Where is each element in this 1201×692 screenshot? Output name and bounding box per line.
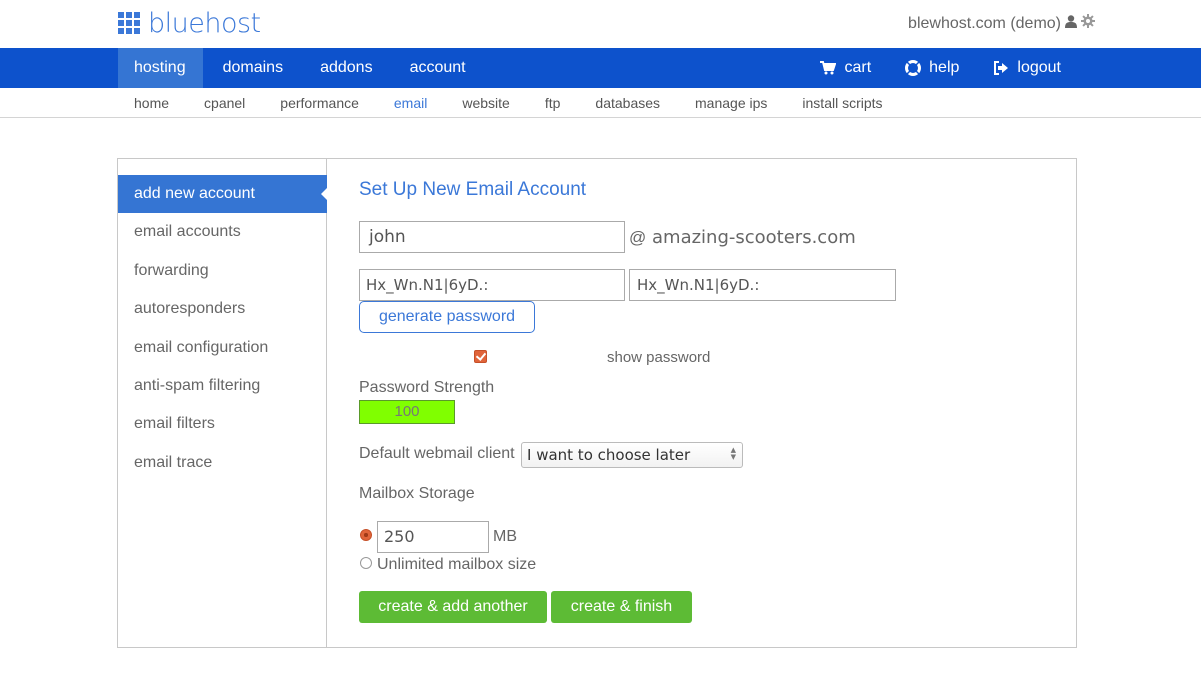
password-strength-meter: 100 [359,400,455,424]
cart-icon [820,61,837,75]
subnav-performance[interactable]: performance [280,95,359,111]
unlimited-radio[interactable] [360,557,372,569]
sidebar-item-anti-spam-filtering[interactable]: anti-spam filtering [118,367,327,405]
email-panel: add new account email accounts forwardin… [117,158,1077,648]
bluehost-logo[interactable]: bluehost [118,8,261,39]
gear-icon[interactable] [1081,14,1095,33]
storage-unit-label: MB [493,528,517,545]
nav-help[interactable]: help [905,48,959,88]
lifebuoy-icon [905,60,922,76]
nav-addons[interactable]: addons [304,48,390,88]
nav-help-label: help [929,59,960,76]
sidebar-item-email-filters[interactable]: email filters [118,405,327,443]
nav-cart-label: cart [844,59,872,76]
logout-icon [994,61,1009,75]
subnav-home[interactable]: home [134,95,169,111]
form-title: Set Up New Email Account [359,179,587,200]
nav-hosting[interactable]: hosting [118,48,203,88]
password-strength-value: 100 [394,403,420,420]
select-arrows-icon: ▲ ▼ [730,446,736,461]
subnav-cpanel[interactable]: cpanel [204,95,245,111]
webmail-client-select[interactable]: I want to choose later ▲ ▼ [521,442,743,468]
mailbox-storage-label: Mailbox Storage [359,485,475,502]
logo-text: bluehost [148,8,261,39]
webmail-client-label: Default webmail client [359,445,515,462]
nav-logout-label: logout [1017,59,1061,76]
password-confirm-input[interactable]: Hx_Wn.N1|6yD.: [629,269,896,301]
at-sign: @ [629,228,647,247]
top-bar: bluehost blewhost.com (demo) [0,0,1201,48]
secondary-nav: home cpanel performance email website ft… [0,88,1201,118]
subnav-email[interactable]: email [394,95,427,111]
sidebar-item-add-new-account[interactable]: add new account [118,175,328,214]
nav-cart[interactable]: cart [820,48,871,88]
create-finish-button[interactable]: create & finish [551,591,692,623]
storage-quota-input[interactable]: 250 [377,521,489,553]
subnav-databases[interactable]: databases [595,95,660,111]
show-password-checkbox[interactable] [474,350,487,363]
email-sidebar: add new account email accounts forwardin… [118,159,328,647]
sidebar-item-autoresponders[interactable]: autoresponders [118,290,327,328]
account-label[interactable]: blewhost.com (demo) [908,15,1061,33]
nav-account[interactable]: account [394,48,483,88]
nav-logout[interactable]: logout [993,48,1061,88]
subnav-manage-ips[interactable]: manage ips [695,95,767,111]
password-input[interactable]: Hx_Wn.N1|6yD.: [359,269,625,301]
sidebar-item-email-configuration[interactable]: email configuration [118,329,327,367]
generate-password-button[interactable]: generate password [359,301,535,333]
sidebar-item-email-trace[interactable]: email trace [118,444,327,482]
user-icon[interactable] [1065,14,1077,33]
subnav-website[interactable]: website [462,95,509,111]
quota-radio[interactable] [360,529,372,541]
unlimited-mailbox-label: Unlimited mailbox size [377,556,537,573]
subnav-ftp[interactable]: ftp [545,95,561,111]
primary-nav: hosting domains addons account cart help… [0,48,1201,88]
create-add-another-button[interactable]: create & add another [359,591,547,623]
email-domain-name: amazing-scooters.com [652,227,856,248]
email-username-input[interactable]: john [359,221,625,253]
nav-domains[interactable]: domains [207,48,300,88]
password-strength-label: Password Strength [359,379,495,396]
subnav-install-scripts[interactable]: install scripts [802,95,882,111]
sidebar-item-forwarding[interactable]: forwarding [118,252,327,290]
show-password-label: show password [607,349,711,366]
sidebar-item-email-accounts[interactable]: email accounts [118,213,327,251]
logo-grid-icon [118,12,142,36]
webmail-client-selected: I want to choose later [527,446,691,464]
email-domain: @ amazing-scooters.com [629,227,856,248]
account-area: blewhost.com (demo) [908,14,1095,33]
